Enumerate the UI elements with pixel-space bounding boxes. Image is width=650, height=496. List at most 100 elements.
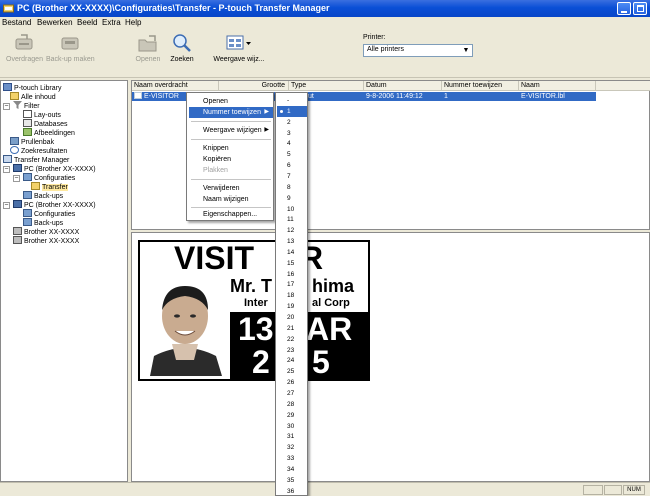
submenu-item-number[interactable]: 11 bbox=[277, 214, 307, 225]
column-header-name[interactable]: Naam overdracht bbox=[132, 81, 219, 91]
submenu-item-number[interactable]: 5 bbox=[277, 149, 307, 160]
menu-beeld[interactable]: Beeld bbox=[77, 18, 97, 27]
collapse-config-1[interactable]: – bbox=[13, 175, 20, 182]
submenu-item-number[interactable]: 22 bbox=[277, 334, 307, 345]
submenu-item-number[interactable]: 27 bbox=[277, 388, 307, 399]
submenu-item-number[interactable]: 2 bbox=[277, 117, 307, 128]
submenu-item-number[interactable]: 20 bbox=[277, 312, 307, 323]
column-header-file[interactable]: Naam bbox=[519, 81, 596, 91]
submenu-item-number[interactable]: 33 bbox=[277, 453, 307, 464]
submenu-item-number[interactable]: 9 bbox=[277, 193, 307, 204]
status-num: NUM bbox=[623, 485, 645, 495]
label-name-left: Mr. T bbox=[230, 276, 273, 296]
submenu-item-number[interactable]: 24 bbox=[277, 355, 307, 366]
menu-bewerken[interactable]: Bewerken bbox=[37, 18, 73, 27]
printer-label: Printer: bbox=[363, 34, 386, 41]
view-change-button[interactable]: Weergave wijz... bbox=[212, 33, 266, 63]
backup-icon bbox=[23, 191, 32, 199]
tree-item-databases[interactable]: Databases bbox=[23, 119, 67, 128]
tree-item-printer-1[interactable]: Brother XX-XXXX bbox=[13, 227, 79, 236]
submenu-item-number[interactable]: 25 bbox=[277, 366, 307, 377]
submenu-item-number[interactable]: 6 bbox=[277, 160, 307, 171]
tree-item-transfer-manager[interactable]: Transfer Manager bbox=[3, 155, 69, 164]
submenu-item-number[interactable]: 15 bbox=[277, 258, 307, 269]
filter-icon bbox=[13, 101, 22, 109]
menu-item-open[interactable]: Openen bbox=[189, 96, 273, 107]
submenu-item-number[interactable]: 34 bbox=[277, 464, 307, 475]
open-button[interactable]: Openen bbox=[133, 33, 163, 63]
submenu-arrow-icon: ▶ bbox=[264, 109, 269, 115]
tree-item-backups-1[interactable]: Back-ups bbox=[23, 191, 63, 200]
tree-item-trash[interactable]: Prullenbak bbox=[10, 137, 54, 146]
tree-item-pc-1[interactable]: PC (Brother XX-XXXX) bbox=[13, 164, 96, 173]
menu-item-cut[interactable]: Knippen bbox=[189, 143, 273, 154]
submenu-item-number[interactable]: 13 bbox=[277, 236, 307, 247]
context-menu: Openen Nummer toewijzen ▶ Weergave wijzig… bbox=[186, 92, 274, 221]
submenu-item-number[interactable]: - bbox=[277, 95, 307, 106]
submenu-item-number[interactable]: 18 bbox=[277, 290, 307, 301]
column-header-empty bbox=[596, 81, 650, 91]
transfer-button[interactable]: Overdragen bbox=[6, 33, 43, 63]
submenu-item-number[interactable]: 10 bbox=[277, 204, 307, 215]
submenu-item-number[interactable]: 14 bbox=[277, 247, 307, 258]
submenu-item-number[interactable]: 31 bbox=[277, 431, 307, 442]
submenu-item-number[interactable]: 12 bbox=[277, 225, 307, 236]
column-header-date[interactable]: Datum bbox=[364, 81, 442, 91]
backup-button[interactable]: Back-up maken bbox=[46, 33, 95, 63]
menu-item-paste[interactable]: Plakken bbox=[189, 165, 273, 176]
minimize-button[interactable] bbox=[617, 2, 631, 15]
title-bar[interactable]: PC (Brother XX-XXXX)\Configuraties\Trans… bbox=[0, 0, 650, 17]
label-year-right: 5 bbox=[312, 344, 330, 380]
submenu-item-number[interactable]: 19 bbox=[277, 301, 307, 312]
menu-help[interactable]: Help bbox=[125, 18, 141, 27]
menu-item-copy[interactable]: Kopiëren bbox=[189, 154, 273, 165]
submenu-item-number[interactable]: 17 bbox=[277, 279, 307, 290]
menu-item-assign-number[interactable]: Nummer toewijzen ▶ bbox=[189, 107, 273, 118]
column-header-type[interactable]: Type bbox=[289, 81, 364, 91]
tree-item-configurations-1[interactable]: Configuraties bbox=[23, 173, 75, 182]
tree-item-search-results[interactable]: Zoekresultaten bbox=[10, 146, 67, 155]
submenu-item-number[interactable]: 7 bbox=[277, 171, 307, 182]
printer-select[interactable]: Alle printers ▼ bbox=[363, 44, 473, 57]
collapse-filter[interactable]: – bbox=[3, 103, 10, 110]
menu-bestand[interactable]: Bestand bbox=[2, 18, 31, 27]
tree-item-all-content[interactable]: Alle inhoud bbox=[10, 92, 56, 101]
menu-extra[interactable]: Extra bbox=[102, 18, 121, 27]
tree-item-ptouch-library[interactable]: P-touch Library bbox=[3, 83, 61, 92]
maximize-button[interactable] bbox=[633, 2, 647, 15]
menu-item-change-view[interactable]: Weergave wijzigen ▶ bbox=[189, 125, 273, 136]
tree-item-transfer[interactable]: Transfer bbox=[31, 182, 68, 191]
submenu-item-number[interactable]: 28 bbox=[277, 399, 307, 410]
column-header-size[interactable]: Grootte bbox=[219, 81, 289, 91]
tree-item-images[interactable]: Afbeeldingen bbox=[23, 128, 75, 137]
cell-file: E-VISITOR.lbl bbox=[521, 93, 565, 100]
submenu-item-number[interactable]: 35 bbox=[277, 475, 307, 486]
submenu-item-number[interactable]: 23 bbox=[277, 345, 307, 356]
collapse-pc-2[interactable]: – bbox=[3, 202, 10, 209]
submenu-item-number[interactable]: 16 bbox=[277, 269, 307, 280]
collapse-pc-1[interactable]: – bbox=[3, 166, 10, 173]
submenu-item-number[interactable]: 3 bbox=[277, 128, 307, 139]
submenu-item-number[interactable]: 21 bbox=[277, 323, 307, 334]
tree-item-pc-2[interactable]: PC (Brother XX-XXXX) bbox=[13, 200, 96, 209]
submenu-item-number[interactable]: 1 bbox=[277, 105, 307, 117]
search-button[interactable]: Zoeken bbox=[167, 33, 197, 63]
submenu-item-number[interactable]: 36 bbox=[277, 486, 307, 496]
submenu-item-number[interactable]: 29 bbox=[277, 410, 307, 421]
tree-item-backups-2[interactable]: Back-ups bbox=[23, 218, 63, 227]
submenu-item-number[interactable]: 26 bbox=[277, 377, 307, 388]
chevron-down-icon[interactable]: ▼ bbox=[461, 46, 471, 55]
submenu-item-number[interactable]: 32 bbox=[277, 442, 307, 453]
tree-item-configurations-2[interactable]: Configuraties bbox=[23, 209, 75, 218]
tree-item-filter[interactable]: Filter bbox=[13, 101, 40, 110]
submenu-item-number[interactable]: 30 bbox=[277, 421, 307, 432]
folder-icon bbox=[10, 92, 19, 100]
submenu-item-number[interactable]: 4 bbox=[277, 138, 307, 149]
menu-item-rename[interactable]: Naam wijzigen bbox=[189, 194, 273, 205]
menu-item-delete[interactable]: Verwijderen bbox=[189, 183, 273, 194]
tree-item-printer-2[interactable]: Brother XX-XXXX bbox=[13, 236, 79, 245]
menu-item-properties[interactable]: Eigenschappen... bbox=[189, 209, 273, 220]
tree-item-layouts[interactable]: Lay-outs bbox=[23, 110, 61, 119]
submenu-item-number[interactable]: 8 bbox=[277, 182, 307, 193]
column-header-number[interactable]: Nummer toewijzen bbox=[442, 81, 519, 91]
